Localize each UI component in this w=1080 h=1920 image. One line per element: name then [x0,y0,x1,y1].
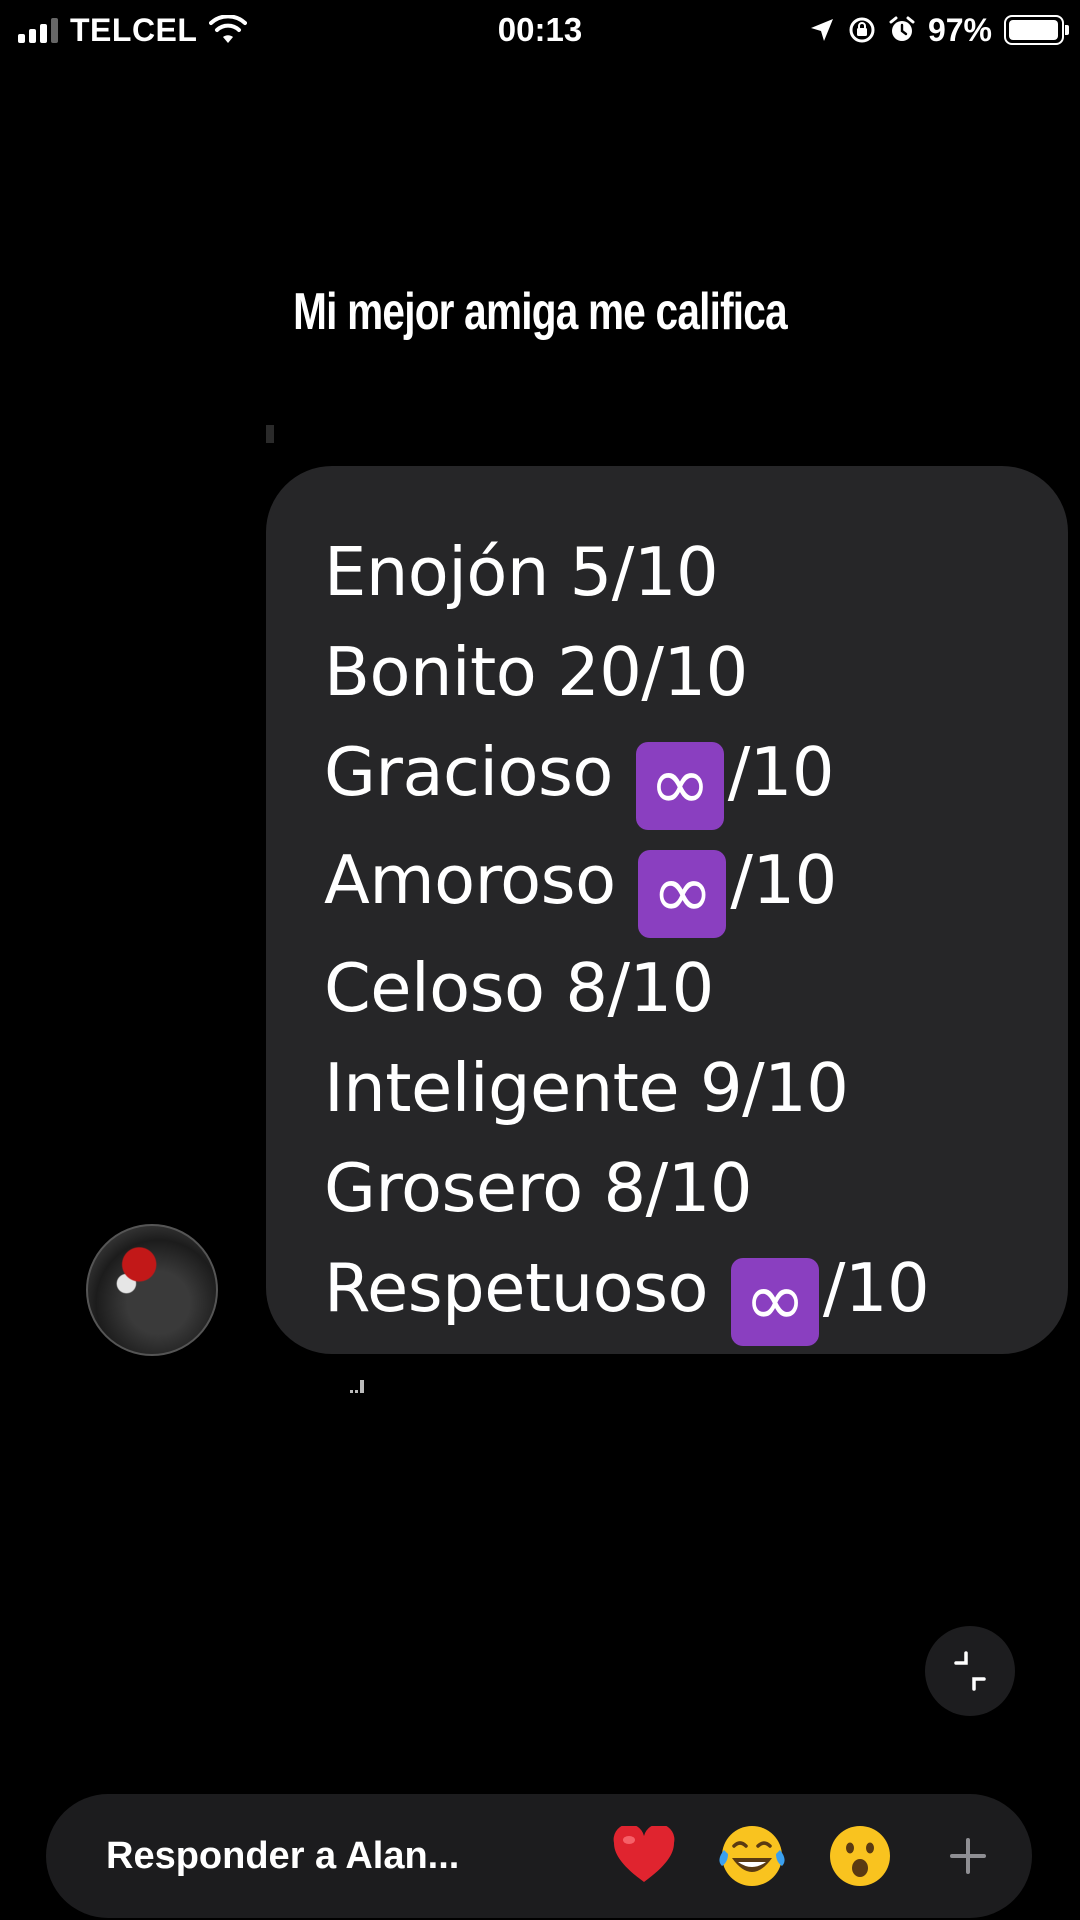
rating-label: Amoroso [324,841,616,919]
rating-line: Enojón 5/10 [324,522,1068,622]
rating-line: Grosero 8/10 [324,1138,1068,1238]
reply-input[interactable]: Responder a Alan... [106,1794,459,1918]
story-caption: Mi mejor amiga me califica [293,283,787,341]
reply-bar: Responder a Alan... [46,1794,1032,1918]
rating-score: 8/10 [603,1149,753,1227]
rating-score: /10 [730,841,837,919]
rating-score: 20/10 [557,633,748,711]
rating-label: Gracioso [324,733,613,811]
rating-score: 9/10 [699,1049,849,1127]
plus-icon[interactable] [934,1822,1002,1890]
battery-fill [1009,20,1058,40]
laughing-crying-icon[interactable] [714,1818,790,1894]
surprised-face-icon[interactable] [822,1818,898,1894]
artifact-mark-small [350,1380,368,1394]
alarm-icon [889,16,915,41]
rating-label: Enojón [324,533,549,611]
rating-score: /10 [727,733,835,811]
rating-line: Bonito 20/10 [324,622,1068,722]
rating-line: Respetuoso ∞/10 [324,1238,1068,1346]
rating-label: Grosero [324,1149,583,1227]
status-bar: TELCEL 00:13 97% [0,0,1080,62]
status-right: 97% [808,8,1069,52]
infinity-icon: ∞ [730,1258,819,1346]
rating-line: Amoroso ∞/10 [324,830,1068,938]
heart-icon[interactable] [606,1818,682,1894]
artifact-mark [266,425,274,443]
battery-percent: 97% [927,11,992,48]
rating-line: Celoso 8/10 [324,938,1068,1038]
rating-score: /10 [822,1249,930,1327]
rating-label: Respetuoso [324,1249,709,1327]
infinity-icon: ∞ [635,742,724,830]
orientation-lock-icon [849,17,875,43]
rating-label: Celoso [324,949,545,1027]
collapse-icon [954,1651,986,1691]
rating-score: 5/10 [569,533,719,611]
location-icon [810,19,833,41]
battery-icon [1004,15,1069,45]
minimize-button[interactable] [925,1626,1015,1716]
rating-line: Inteligente 9/10 [324,1038,1068,1138]
rating-label: Bonito [324,633,537,711]
rating-label: Inteligente [324,1049,680,1127]
infinity-icon: ∞ [638,850,727,938]
rating-score: 8/10 [565,949,714,1027]
message-bubble[interactable]: Enojón 5/10 Bonito 20/10 Gracioso ∞/10 Amor… [266,466,1068,1354]
avatar[interactable] [86,1224,218,1356]
rating-line: Gracioso ∞/10 [324,722,1068,830]
